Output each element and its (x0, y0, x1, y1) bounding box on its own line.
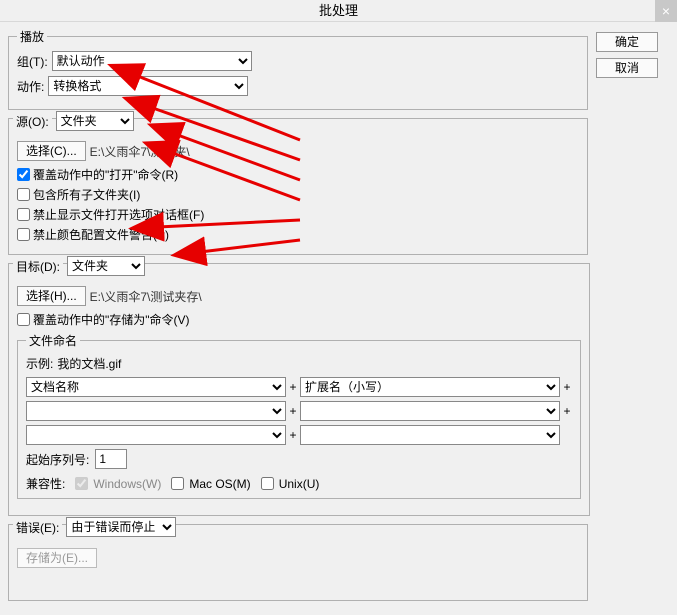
error-group: 错误(E): 由于错误而停止 存储为(E)... (8, 524, 588, 601)
plus-icon: + (562, 380, 572, 394)
suppress-profile-checkbox[interactable] (17, 228, 30, 241)
ok-button[interactable]: 确定 (596, 32, 658, 52)
play-group: 播放 组(T): 默认动作 动作: 转换格式 (8, 28, 588, 110)
name-part-5[interactable] (26, 425, 286, 445)
compat-win-label: Windows(W) (93, 477, 161, 491)
example-value: 我的文档.gif (57, 355, 121, 372)
saveas-button: 存储为(E)... (17, 548, 97, 568)
group-select[interactable]: 默认动作 (52, 51, 252, 71)
source-group: 源(O): 文件夹 选择(C)... E:\义雨伞7\测试夹\ 覆盖动作中的"打… (8, 118, 588, 255)
file-naming-group: 文件命名 示例: 我的文档.gif 文档名称 + 扩展名（小写） + + + (17, 332, 581, 499)
compat-win-checkbox (75, 477, 88, 490)
name-part-3[interactable] (26, 401, 286, 421)
name-part-6[interactable] (300, 425, 560, 445)
dest-label: 目标(D): (13, 258, 63, 275)
source-label: 源(O): (13, 113, 52, 130)
close-icon[interactable]: × (655, 0, 677, 22)
subfolders-label: 包含所有子文件夹(I) (33, 186, 140, 203)
name-part-1[interactable]: 文档名称 (26, 377, 286, 397)
title-bar: 批处理 × (0, 0, 677, 22)
file-naming-legend: 文件命名 (26, 332, 80, 349)
suppress-dialog-label: 禁止显示文件打开选项对话框(F) (33, 206, 204, 223)
override-open-checkbox[interactable] (17, 168, 30, 181)
suppress-dialog-checkbox[interactable] (17, 208, 30, 221)
cancel-button[interactable]: 取消 (596, 58, 658, 78)
select-source-button[interactable]: 选择(C)... (17, 141, 86, 161)
compat-label: 兼容性: (26, 475, 65, 492)
error-label: 错误(E): (13, 519, 62, 536)
plus-icon: + (288, 404, 298, 418)
example-label: 示例: (26, 355, 53, 372)
dest-group: 目标(D): 文件夹 选择(H)... E:\义雨伞7\测试夹存\ 覆盖动作中的… (8, 263, 590, 516)
plus-icon: + (288, 380, 298, 394)
seq-label: 起始序列号: (26, 451, 89, 468)
dest-path: E:\义雨伞7\测试夹存\ (90, 288, 202, 305)
subfolders-checkbox[interactable] (17, 188, 30, 201)
source-path: E:\义雨伞7\测试夹\ (90, 143, 190, 160)
name-part-2[interactable]: 扩展名（小写） (300, 377, 560, 397)
select-dest-button[interactable]: 选择(H)... (17, 286, 86, 306)
override-save-checkbox[interactable] (17, 313, 30, 326)
compat-unix-label: Unix(U) (279, 477, 320, 491)
override-save-label: 覆盖动作中的"存储为"命令(V) (33, 311, 190, 328)
source-select[interactable]: 文件夹 (56, 111, 134, 131)
dest-select[interactable]: 文件夹 (67, 256, 145, 276)
dialog-title: 批处理 (319, 3, 358, 18)
play-legend: 播放 (17, 28, 47, 45)
plus-icon: + (288, 428, 298, 442)
seq-input[interactable] (95, 449, 127, 469)
compat-mac-label: Mac OS(M) (189, 477, 250, 491)
plus-icon: + (562, 404, 572, 418)
override-open-label: 覆盖动作中的"打开"命令(R) (33, 166, 178, 183)
suppress-profile-label: 禁止颜色配置文件警告(P) (33, 226, 169, 243)
error-select[interactable]: 由于错误而停止 (66, 517, 176, 537)
name-part-4[interactable] (300, 401, 560, 421)
group-label: 组(T): (17, 53, 48, 70)
compat-mac-checkbox[interactable] (171, 477, 184, 490)
action-label: 动作: (17, 78, 44, 95)
compat-unix-checkbox[interactable] (261, 477, 274, 490)
action-select[interactable]: 转换格式 (48, 76, 248, 96)
